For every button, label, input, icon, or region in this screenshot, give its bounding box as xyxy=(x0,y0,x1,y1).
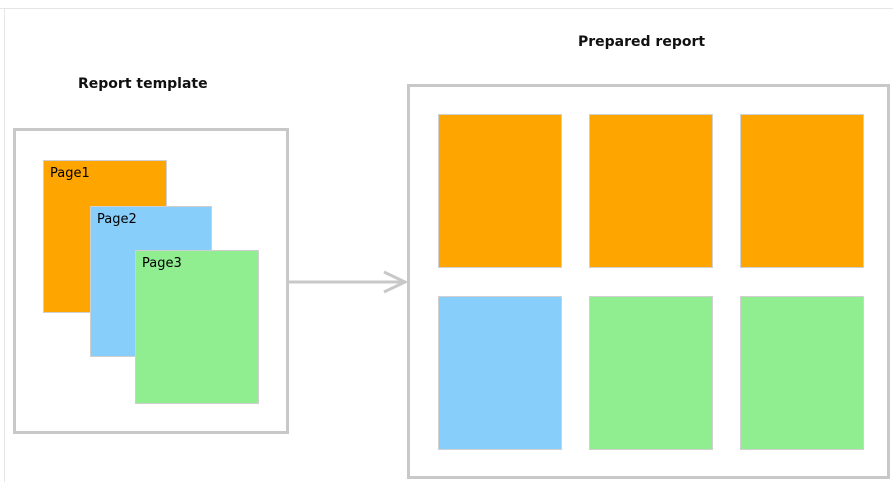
prepared-page-4 xyxy=(438,296,562,450)
prepared-report-title: Prepared report xyxy=(578,34,706,50)
prepared-page-3 xyxy=(740,114,864,268)
prepared-page-6 xyxy=(740,296,864,450)
prepared-page-5 xyxy=(589,296,713,450)
prepared-page-1 xyxy=(438,114,562,268)
prepared-page-2 xyxy=(589,114,713,268)
